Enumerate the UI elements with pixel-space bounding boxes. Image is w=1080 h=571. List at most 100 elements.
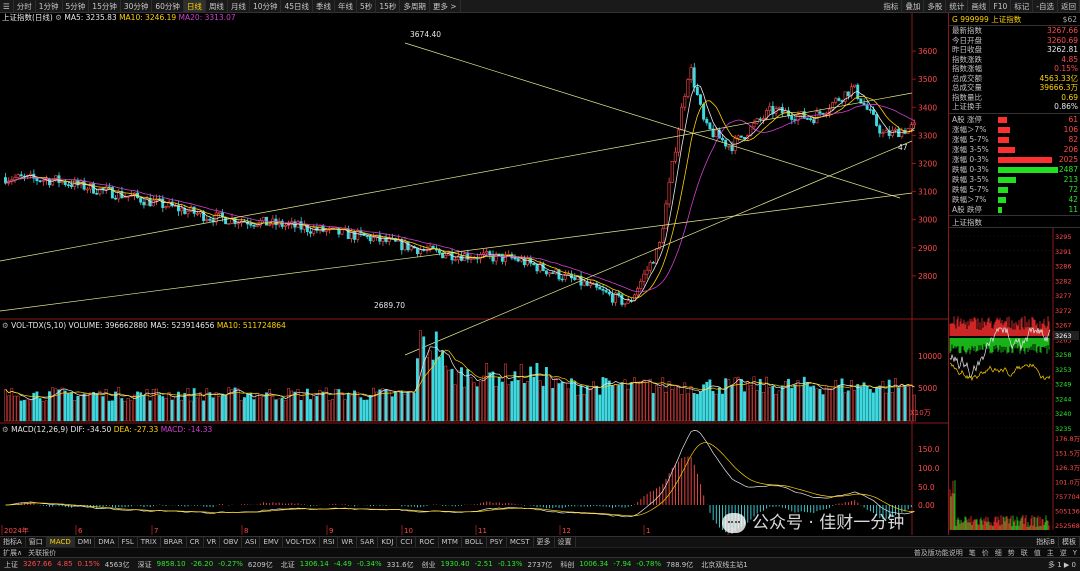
indicator-tab-16[interactable]: SAR (357, 536, 379, 548)
indicator-tab-0[interactable]: 指标A (0, 536, 26, 548)
period-tab-8[interactable]: 月线 (228, 0, 250, 13)
breadth-row[interactable]: 跌幅 0-3% 2487 (949, 165, 1080, 175)
breadth-row[interactable]: 涨幅 0-3% 2025 (949, 155, 1080, 165)
subtab-right-0[interactable]: 普及版功能说明 (911, 548, 966, 558)
breadth-row[interactable]: A股 涨停 61 (949, 115, 1080, 125)
trend-lines[interactable] (0, 42, 913, 356)
server-status[interactable]: 北京双线主站1 (697, 560, 751, 570)
subtab-right-4[interactable]: 势 (1005, 548, 1018, 558)
indicator-tab-9[interactable]: VR (204, 536, 221, 548)
subtab-right-5[interactable]: 联 (1018, 548, 1031, 558)
indicator-tab-20[interactable]: MTM (439, 536, 462, 548)
indicator-tab-8[interactable]: CR (187, 536, 204, 548)
period-tab-15[interactable]: 多周期 (400, 0, 430, 13)
indicator-tab-6[interactable]: TRIX (138, 536, 161, 548)
indicator-tab-21[interactable]: BOLL (462, 536, 487, 548)
period-tab-2[interactable]: 5分钟 (63, 0, 90, 13)
indicator-tab-3[interactable]: DMI (75, 536, 96, 548)
period-tab-4[interactable]: 30分钟 (121, 0, 153, 13)
subtab-left-1[interactable]: 关联报价 (25, 548, 59, 558)
toolbar-right-5[interactable]: F10 (990, 0, 1012, 13)
breadth-row[interactable]: A股 跌停 11 (949, 205, 1080, 215)
toolbar-right-8[interactable]: 返回 (1058, 0, 1080, 13)
breadth-row[interactable]: 跌幅 3-5% 213 (949, 175, 1080, 185)
indicator-right-tab-1[interactable]: 模板 (1059, 536, 1080, 548)
indicator-tab-18[interactable]: CCI (397, 536, 417, 548)
candle-body (743, 137, 746, 140)
indicator-tab-22[interactable]: PSY (487, 536, 507, 548)
intraday-chart[interactable]: 3295 3291 3286 3282 3277 3272 3267 3263 3258 3253… (949, 227, 1080, 530)
toolbar-right-2[interactable]: 多股 (924, 0, 947, 13)
volume-bar (692, 393, 696, 422)
period-tab-10[interactable]: 45日线 (281, 0, 314, 13)
period-tab-13[interactable]: 5秒 (357, 0, 377, 13)
indicator-tab-23[interactable]: MCST (507, 536, 534, 548)
indicator-tab-1[interactable]: 窗口 (26, 536, 47, 548)
subtab-right-3[interactable]: 细 (992, 548, 1005, 558)
indicator-tab-25[interactable]: 设置 (555, 536, 576, 548)
ticker-item[interactable]: 深证 9858.10 -26.20 -0.27% 6209亿 (134, 560, 277, 570)
subtab-right-1[interactable]: 笔 (966, 548, 979, 558)
toolbar-right-6[interactable]: 标记 (1011, 0, 1034, 13)
indicator-tab-15[interactable]: WR (338, 536, 358, 548)
toolbar-right-7[interactable]: -自选 (1033, 0, 1058, 13)
period-tab-14[interactable]: 15秒 (376, 0, 401, 13)
menu-icon[interactable]: ☰ (0, 0, 14, 13)
period-tab-12[interactable]: 年线 (335, 0, 358, 13)
ticker-item[interactable]: 上证 3267.66 4.85 0.15% 4563亿 (0, 560, 134, 570)
kline-chart[interactable]: 3600 3500 3400 3300 3200 3100 3000 2900 2800 3674… (0, 13, 948, 535)
period-tab-5[interactable]: 60分钟 (152, 0, 184, 13)
indicator-tab-13[interactable]: VOL-TDX (283, 536, 320, 548)
subtab-right-8[interactable]: 逆 (1057, 548, 1070, 558)
chart-area[interactable]: 3600 3500 3400 3300 3200 3100 3000 2900 2800 3674… (0, 13, 948, 535)
indicator-tab-17[interactable]: KDJ (378, 536, 398, 548)
settings-icon[interactable]: ⚙ (2, 425, 9, 434)
indicator-tab-24[interactable]: 更多 (534, 536, 555, 548)
period-tab-6[interactable]: 日线 (183, 0, 206, 13)
subtab-right-9[interactable]: Y (1070, 548, 1080, 558)
subtab-right-6[interactable]: 值 (1031, 548, 1044, 558)
quote-code: G 999999 (952, 15, 989, 24)
breadth-row[interactable]: 涨幅＞7% 106 (949, 125, 1080, 135)
toolbar-right-1[interactable]: 叠加 (902, 0, 925, 13)
subtab-left-0[interactable]: 扩展∧ (0, 548, 25, 558)
period-tab-1[interactable]: 1分钟 (36, 0, 63, 13)
settings-icon[interactable]: ⚙ (55, 13, 62, 22)
indicator-tab-2[interactable]: MACD (46, 536, 75, 548)
indicator-tab-4[interactable]: DMA (95, 536, 119, 548)
breadth-bar (998, 136, 1009, 143)
indicator-tab-14[interactable]: RSI (320, 536, 339, 548)
indicator-tab-19[interactable]: ROC (416, 536, 439, 548)
indicator-right-tab-0[interactable]: 指标B (1033, 536, 1059, 548)
breadth-row[interactable]: 跌幅 5-7% 72 (949, 185, 1080, 195)
period-tab-9[interactable]: 10分钟 (250, 0, 282, 13)
toolbar-right-4[interactable]: 画线 (968, 0, 991, 13)
period-tab-11[interactable]: 季线 (313, 0, 336, 13)
toolbar-right-3[interactable]: 统计 (946, 0, 969, 13)
volume-bar (82, 393, 86, 422)
volume-bar (463, 386, 467, 422)
quote-header[interactable]: G 999999 上证指数 $62 (949, 13, 1080, 26)
subtab-right-2[interactable]: 价 (979, 548, 992, 558)
ticker-item[interactable]: 北证 1306.14 -4.49 -0.34% 331.6亿 (277, 560, 418, 570)
indicator-tab-7[interactable]: BRAR (161, 536, 187, 548)
period-tab-7[interactable]: 周线 (206, 0, 228, 13)
breadth-row[interactable]: 跌幅＞7% 42 (949, 195, 1080, 205)
ticker-item[interactable]: 创业 1930.40 -2.51 -0.13% 2737亿 (418, 560, 557, 570)
settings-icon[interactable]: ⚙ (2, 321, 9, 330)
indicator-tab-10[interactable]: OBV (220, 536, 243, 548)
period-tab-3[interactable]: 15分钟 (89, 0, 121, 13)
ticker-item[interactable]: 科创 1006.34 -7.94 -0.78% 788.9亿 (556, 560, 697, 570)
period-tab-0[interactable]: 分时 (14, 0, 36, 13)
period-tab-16[interactable]: 更多 > (430, 0, 461, 13)
toolbar-right-0[interactable]: 指标 (880, 0, 903, 13)
subtab-right-7[interactable]: 主 (1044, 548, 1057, 558)
breadth-row[interactable]: 涨幅 5-7% 82 (949, 135, 1080, 145)
volume-bar (148, 400, 152, 422)
volume-bar (164, 398, 168, 422)
breadth-row[interactable]: 涨幅 3-5% 206 (949, 145, 1080, 155)
indicator-tab-11[interactable]: ASI (242, 536, 261, 548)
indicator-tab-5[interactable]: FSL (119, 536, 138, 548)
indicator-tab-12[interactable]: EMV (260, 536, 283, 548)
volume-bar (217, 396, 221, 422)
